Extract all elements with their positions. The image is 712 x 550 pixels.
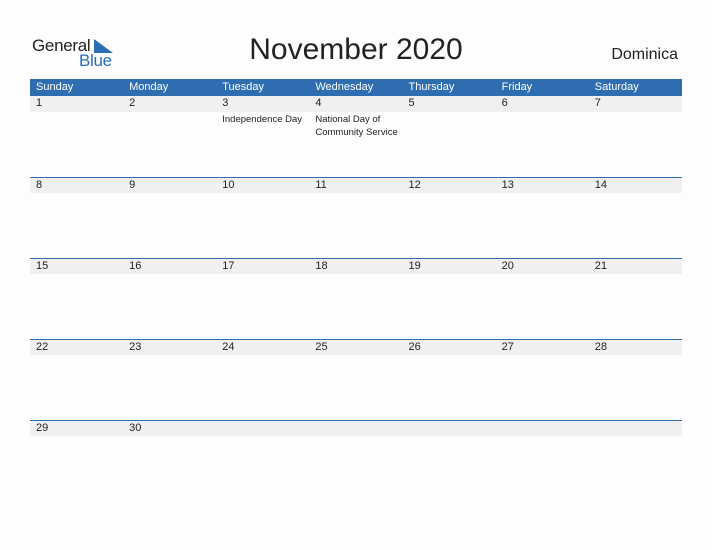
week-row: 8 9 10 11 12 13 14 bbox=[30, 177, 682, 258]
day-number: 22 bbox=[36, 341, 49, 353]
events-row bbox=[30, 193, 682, 194]
day-number: 18 bbox=[315, 260, 328, 272]
weekday-header: Friday bbox=[501, 81, 533, 93]
holiday-label bbox=[496, 436, 589, 437]
holiday-label bbox=[216, 274, 309, 275]
date-bar: 22 23 24 25 26 27 28 bbox=[30, 340, 682, 355]
holiday-label bbox=[30, 355, 123, 356]
day-number: 12 bbox=[408, 179, 421, 191]
calendar-grid: Sunday Monday Tuesday Wednesday Thursday… bbox=[30, 79, 682, 501]
day-number: 6 bbox=[501, 97, 508, 109]
holiday-label bbox=[30, 274, 123, 275]
holiday-label bbox=[496, 274, 589, 275]
day-number: 9 bbox=[129, 179, 136, 191]
day-number: 1 bbox=[36, 97, 43, 109]
day-number bbox=[589, 421, 682, 436]
holiday-label bbox=[589, 355, 682, 356]
holiday-label bbox=[309, 274, 402, 275]
date-bar: 29 30 bbox=[30, 421, 682, 436]
day-number: 24 bbox=[222, 341, 235, 353]
holiday-label bbox=[30, 436, 123, 437]
holiday-label: National Day of Community Service bbox=[315, 114, 398, 138]
holiday-label bbox=[30, 112, 123, 139]
day-number: 25 bbox=[315, 341, 328, 353]
date-bar: 8 9 10 11 12 13 14 bbox=[30, 178, 682, 193]
holiday-label bbox=[309, 436, 402, 437]
week-row: 1 2 3 4 5 6 7 Independence Day National Day of C… bbox=[30, 96, 682, 177]
country-label: Dominica bbox=[611, 46, 678, 63]
day-number: 30 bbox=[129, 422, 142, 434]
holiday-label bbox=[309, 355, 402, 356]
holiday-label bbox=[123, 274, 216, 275]
holiday-label bbox=[216, 193, 309, 194]
holiday-label bbox=[403, 436, 496, 437]
holiday-label bbox=[589, 436, 682, 437]
weekday-header: Saturday bbox=[594, 81, 639, 93]
day-number: 4 bbox=[315, 97, 322, 109]
holiday-label bbox=[123, 112, 216, 139]
date-bar: 15 16 17 18 19 20 21 bbox=[30, 259, 682, 274]
day-number: 3 bbox=[222, 97, 229, 109]
holiday-label bbox=[496, 112, 589, 139]
holiday-label bbox=[589, 193, 682, 194]
events-row bbox=[30, 436, 682, 437]
day-number: 23 bbox=[129, 341, 142, 353]
day-number bbox=[216, 421, 309, 436]
day-number: 19 bbox=[408, 260, 421, 272]
holiday-label bbox=[123, 193, 216, 194]
calendar-title: November 2020 bbox=[249, 33, 463, 66]
day-number: 27 bbox=[501, 341, 514, 353]
day-number: 20 bbox=[501, 260, 514, 272]
week-row: 22 23 24 25 26 27 28 bbox=[30, 339, 682, 420]
weekday-header: Sunday bbox=[36, 81, 74, 93]
day-number bbox=[309, 421, 402, 436]
week-row: 15 16 17 18 19 20 21 bbox=[30, 258, 682, 339]
events-row bbox=[30, 274, 682, 275]
day-number: 28 bbox=[594, 341, 607, 353]
holiday-label bbox=[589, 274, 682, 275]
weekday-header: Thursday bbox=[408, 81, 455, 93]
holiday-label bbox=[496, 355, 589, 356]
day-number: 11 bbox=[315, 179, 327, 191]
day-number: 15 bbox=[36, 260, 49, 272]
day-number: 13 bbox=[501, 179, 514, 191]
day-number: 26 bbox=[408, 341, 421, 353]
holiday-label bbox=[309, 193, 402, 194]
holiday-label bbox=[123, 436, 216, 437]
week-row: 29 30 bbox=[30, 420, 682, 501]
day-number: 16 bbox=[129, 260, 142, 272]
day-number: 29 bbox=[36, 422, 49, 434]
holiday-label bbox=[403, 355, 496, 356]
day-number: 17 bbox=[222, 260, 235, 272]
events-row bbox=[30, 355, 682, 356]
day-number: 21 bbox=[594, 260, 607, 272]
weekday-header: Monday bbox=[129, 81, 169, 93]
weekday-header: Wednesday bbox=[315, 81, 374, 93]
day-number bbox=[403, 421, 496, 436]
weekday-header: Tuesday bbox=[222, 81, 265, 93]
holiday-label bbox=[30, 193, 123, 194]
holiday-label bbox=[403, 193, 496, 194]
day-number bbox=[496, 421, 589, 436]
day-number: 14 bbox=[594, 179, 607, 191]
holiday-label bbox=[403, 112, 496, 139]
holiday-label bbox=[496, 193, 589, 194]
weekday-header-row: Sunday Monday Tuesday Wednesday Thursday… bbox=[30, 79, 682, 96]
holiday-label bbox=[589, 112, 682, 139]
holiday-label bbox=[123, 355, 216, 356]
events-row: Independence Day National Day of Communit… bbox=[30, 112, 682, 139]
day-number: 5 bbox=[408, 97, 415, 109]
holiday-label bbox=[216, 436, 309, 437]
date-bar: 1 2 3 4 5 6 7 bbox=[30, 96, 682, 112]
day-number: 8 bbox=[36, 179, 43, 191]
day-number: 7 bbox=[594, 97, 601, 109]
holiday-label: Independence Day bbox=[222, 114, 303, 125]
holiday-label bbox=[216, 355, 309, 356]
day-number: 2 bbox=[129, 97, 136, 109]
day-number: 10 bbox=[222, 179, 235, 191]
holiday-label bbox=[403, 274, 496, 275]
